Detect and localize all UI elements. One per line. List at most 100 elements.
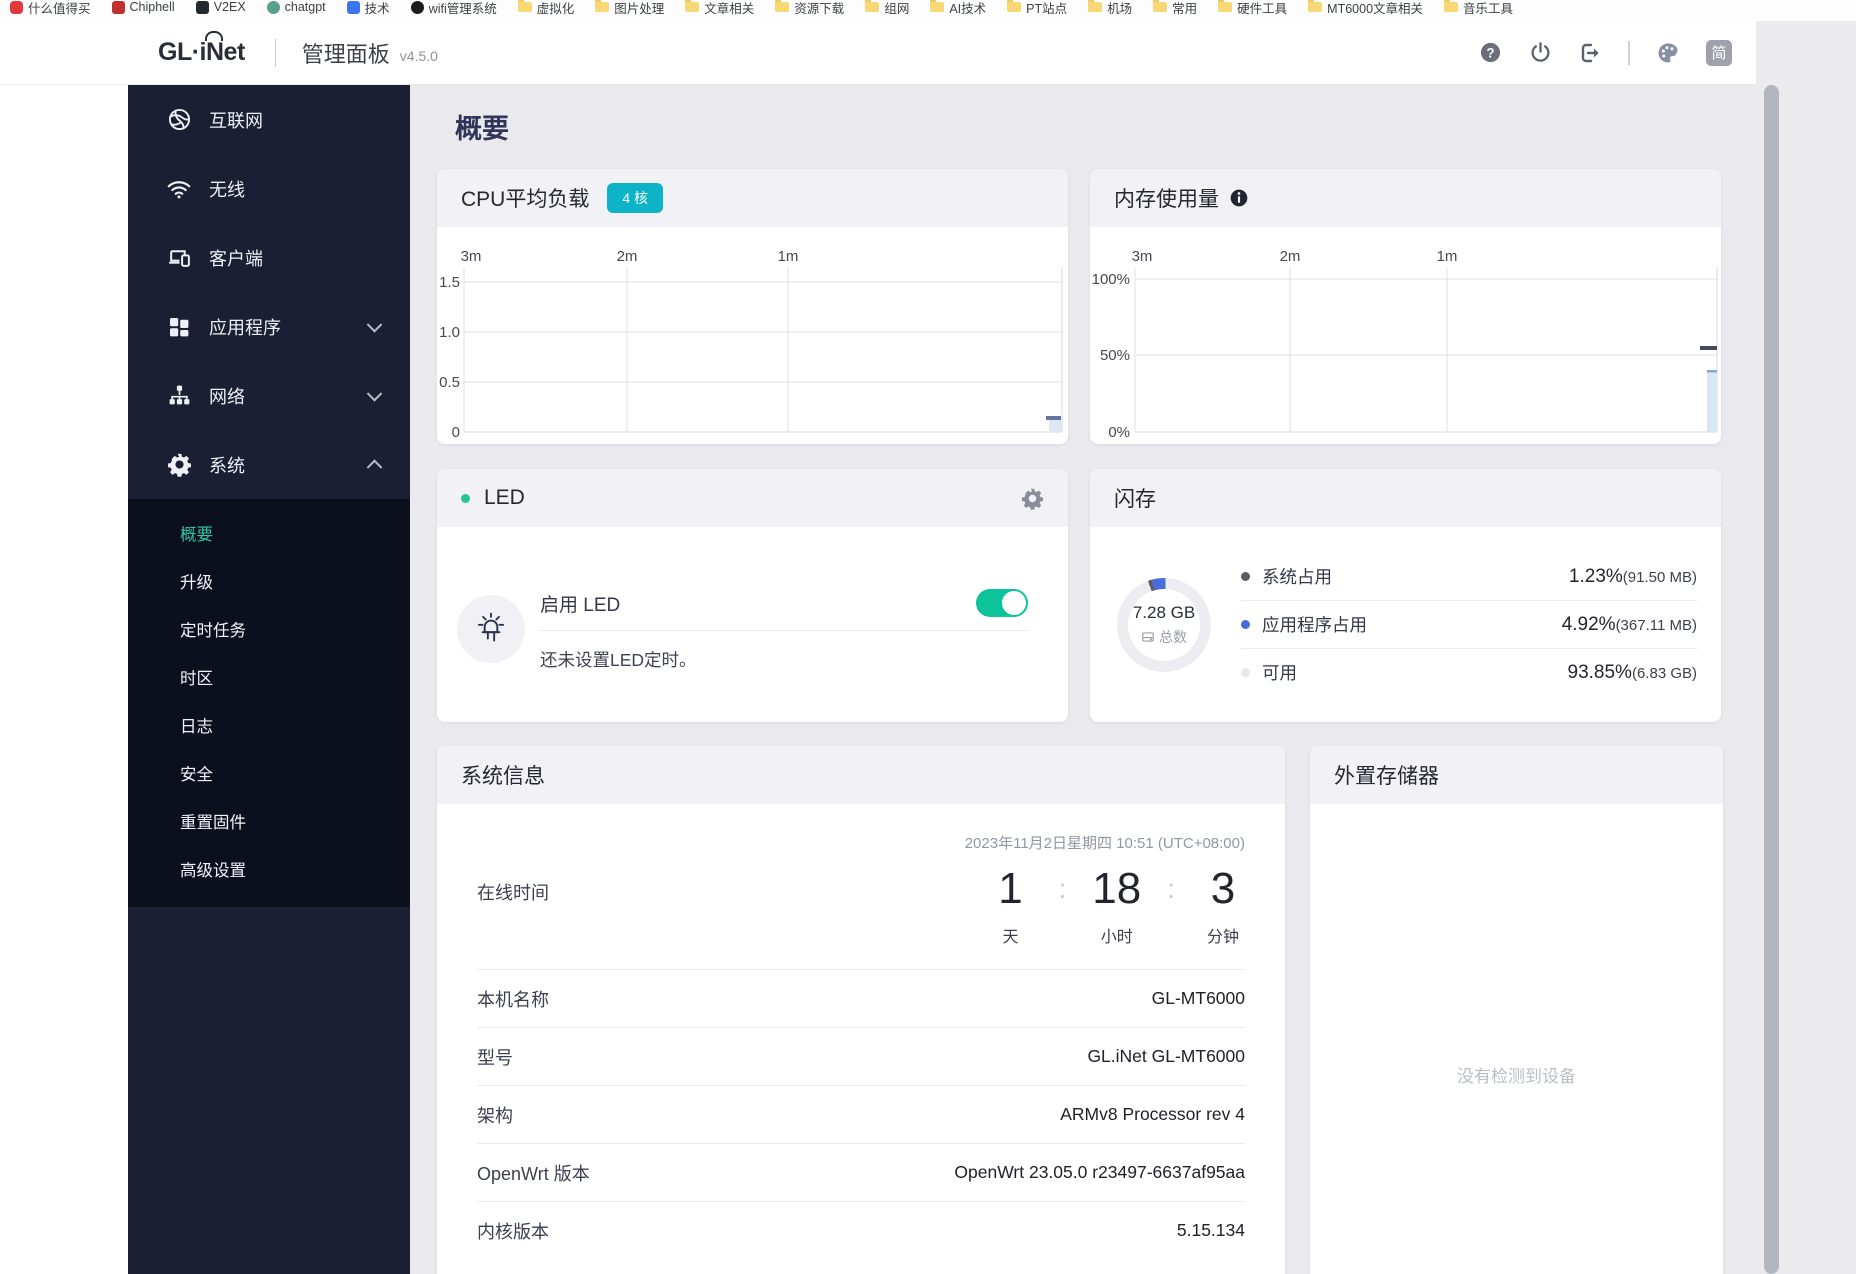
bookmark-item[interactable]: wifi管理系统	[410, 0, 497, 17]
cpu-card-title: CPU平均负载	[461, 188, 590, 211]
led-schedule-note: 还未设置LED定时。	[540, 650, 697, 670]
sidebar-item-internet[interactable]: 互联网	[128, 85, 410, 154]
submenu-item-overview[interactable]: 概要	[128, 509, 410, 557]
folder-icon	[685, 0, 700, 12]
info-value: GL-MT6000	[1151, 988, 1245, 1008]
bookmark-item[interactable]: 什么值得买	[10, 0, 91, 17]
sidebar-item-wireless[interactable]: 无线	[128, 154, 410, 223]
cpu-ytick: 1.0	[439, 324, 460, 341]
screen: 什么值得买 Chiphell V2EX chatgpt 技术 wifi管理系统 …	[0, 0, 1856, 1274]
version-label: v4.5.0	[399, 47, 438, 64]
bookmark-folder[interactable]: 组网	[865, 0, 909, 17]
memory-usage-card: 内存使用量 100% 50% 0% 3m 2m 1m	[1090, 169, 1721, 444]
info-value: 5.15.134	[1176, 1220, 1245, 1240]
mem-current-mark	[1700, 346, 1717, 350]
external-storage-title: 外置存储器	[1334, 765, 1439, 788]
bookmark-folder[interactable]: 常用	[1153, 0, 1197, 17]
folder-icon	[865, 0, 880, 12]
header-divider	[274, 38, 276, 67]
bookmark-folder[interactable]: 图片处理	[595, 0, 664, 17]
legend-label: 应用程序占用	[1262, 615, 1367, 635]
mem-ytick: 50%	[1100, 347, 1130, 364]
sidebar-item-clients[interactable]: 客户端	[128, 223, 410, 292]
bookmark-folder[interactable]: AI技术	[930, 0, 986, 17]
bookmark-folder[interactable]: PT站点	[1007, 0, 1067, 17]
led-settings-gear-icon[interactable]	[1021, 487, 1044, 510]
info-label: 本机名称	[477, 989, 549, 1010]
submenu-label: 定时任务	[180, 622, 246, 640]
bookmark-folder[interactable]: MT6000文章相关	[1308, 0, 1423, 17]
info-label: 型号	[477, 1047, 513, 1068]
bookmark-label: 什么值得买	[28, 1, 91, 16]
bookmark-item[interactable]: V2EX	[195, 0, 246, 14]
bookmark-label: Chiphell	[129, 0, 175, 14]
info-icon[interactable]	[1229, 188, 1249, 208]
bookmark-item[interactable]: 技术	[346, 0, 390, 17]
bookmark-folder[interactable]: 资源下载	[775, 0, 844, 17]
legend-label: 可用	[1262, 663, 1297, 683]
flash-legend-row: 系统占用 1.23%(91.50 MB)	[1241, 553, 1697, 601]
led-card-title: LED	[484, 486, 525, 509]
bookmark-label: PT站点	[1026, 1, 1068, 16]
uptime-minutes-unit: 分钟	[1206, 929, 1239, 946]
uptime-colon: :	[1167, 873, 1175, 904]
page-gutter	[1756, 21, 1856, 1274]
sidebar-item-label: 互联网	[209, 110, 263, 131]
sidebar-item-applications[interactable]: 应用程序	[128, 292, 410, 361]
mem-current-line	[1707, 370, 1717, 373]
system-submenu: 概要 升级 定时任务 时区 日志 安全 重置固件 高级设置	[128, 499, 410, 907]
info-value: ARMv8 Processor rev 4	[1060, 1104, 1245, 1124]
flash-legend-row: 可用 93.85%(6.83 GB)	[1241, 649, 1697, 696]
wifi-arc-icon	[205, 31, 223, 41]
bookmark-item[interactable]: chatgpt	[266, 0, 326, 14]
legend-detail: (367.11 MB)	[1615, 616, 1697, 634]
help-icon[interactable]: ?	[1478, 41, 1502, 65]
bookmark-label: 机场	[1107, 1, 1133, 16]
language-badge[interactable]: 简	[1706, 39, 1732, 66]
cpu-load-card: CPU平均负载 4 核 1.5 1.0 0.5 0 3m 2m 1m	[437, 169, 1068, 444]
submenu-item-security[interactable]: 安全	[128, 749, 410, 797]
apps-grid-icon	[166, 314, 192, 340]
bookmark-folder[interactable]: 文章相关	[685, 0, 754, 17]
theme-palette-icon[interactable]	[1656, 41, 1680, 65]
uptime-hours-value: 18	[1092, 864, 1142, 913]
submenu-item-advanced[interactable]: 高级设置	[128, 845, 410, 893]
folder-icon	[1218, 0, 1233, 12]
info-row-kernel: 内核版本 5.15.134	[477, 1202, 1245, 1259]
bookmark-favicon	[266, 0, 280, 14]
bookmark-favicon	[10, 0, 23, 14]
submenu-label: 重置固件	[180, 814, 246, 832]
disk-icon	[1142, 631, 1154, 642]
bookmark-folder[interactable]: 硬件工具	[1218, 0, 1287, 17]
gear-icon	[166, 452, 192, 478]
legend-value: 1.23%	[1568, 565, 1623, 587]
submenu-item-scheduled-tasks[interactable]: 定时任务	[128, 605, 410, 653]
scrollbar[interactable]	[1764, 85, 1779, 1274]
submenu-item-reset-firmware[interactable]: 重置固件	[128, 797, 410, 845]
bookmark-folder[interactable]: 虚拟化	[517, 0, 574, 17]
submenu-item-upgrade[interactable]: 升级	[128, 557, 410, 605]
submenu-item-timezone[interactable]: 时区	[128, 653, 410, 701]
sidebar-item-label: 应用程序	[209, 317, 281, 338]
devices-icon	[166, 245, 192, 271]
sidebar-item-system[interactable]: 系统	[128, 430, 410, 499]
system-datetime: 2023年11月2日星期四 10:51 (UTC+08:00)	[964, 835, 1245, 852]
bookmark-folder[interactable]: 音乐工具	[1444, 0, 1513, 17]
sidebar-item-network[interactable]: 网络	[128, 361, 410, 430]
bookmark-item[interactable]: Chiphell	[111, 0, 175, 14]
folder-icon	[1007, 0, 1022, 12]
submenu-item-logs[interactable]: 日志	[128, 701, 410, 749]
chevron-up-icon	[366, 458, 383, 475]
bookmark-favicon	[410, 0, 424, 14]
bookmark-label: 硬件工具	[1237, 1, 1288, 16]
system-info-title: 系统信息	[461, 765, 545, 788]
info-row-model: 型号 GL.iNet GL-MT6000	[477, 1028, 1245, 1086]
reboot-power-icon[interactable]	[1528, 41, 1552, 65]
led-toggle[interactable]	[976, 589, 1028, 617]
glinet-logo: GL·iNet	[158, 31, 245, 67]
logout-icon[interactable]	[1578, 41, 1602, 65]
cpu-xtick: 3m	[461, 248, 482, 265]
browser-bookmarks-bar: 什么值得买 Chiphell V2EX chatgpt 技术 wifi管理系统 …	[0, 0, 1856, 22]
app-header: GL·iNet 管理面板 v4.5.0 ? 简	[0, 21, 1756, 85]
bookmark-folder[interactable]: 机场	[1088, 0, 1132, 17]
